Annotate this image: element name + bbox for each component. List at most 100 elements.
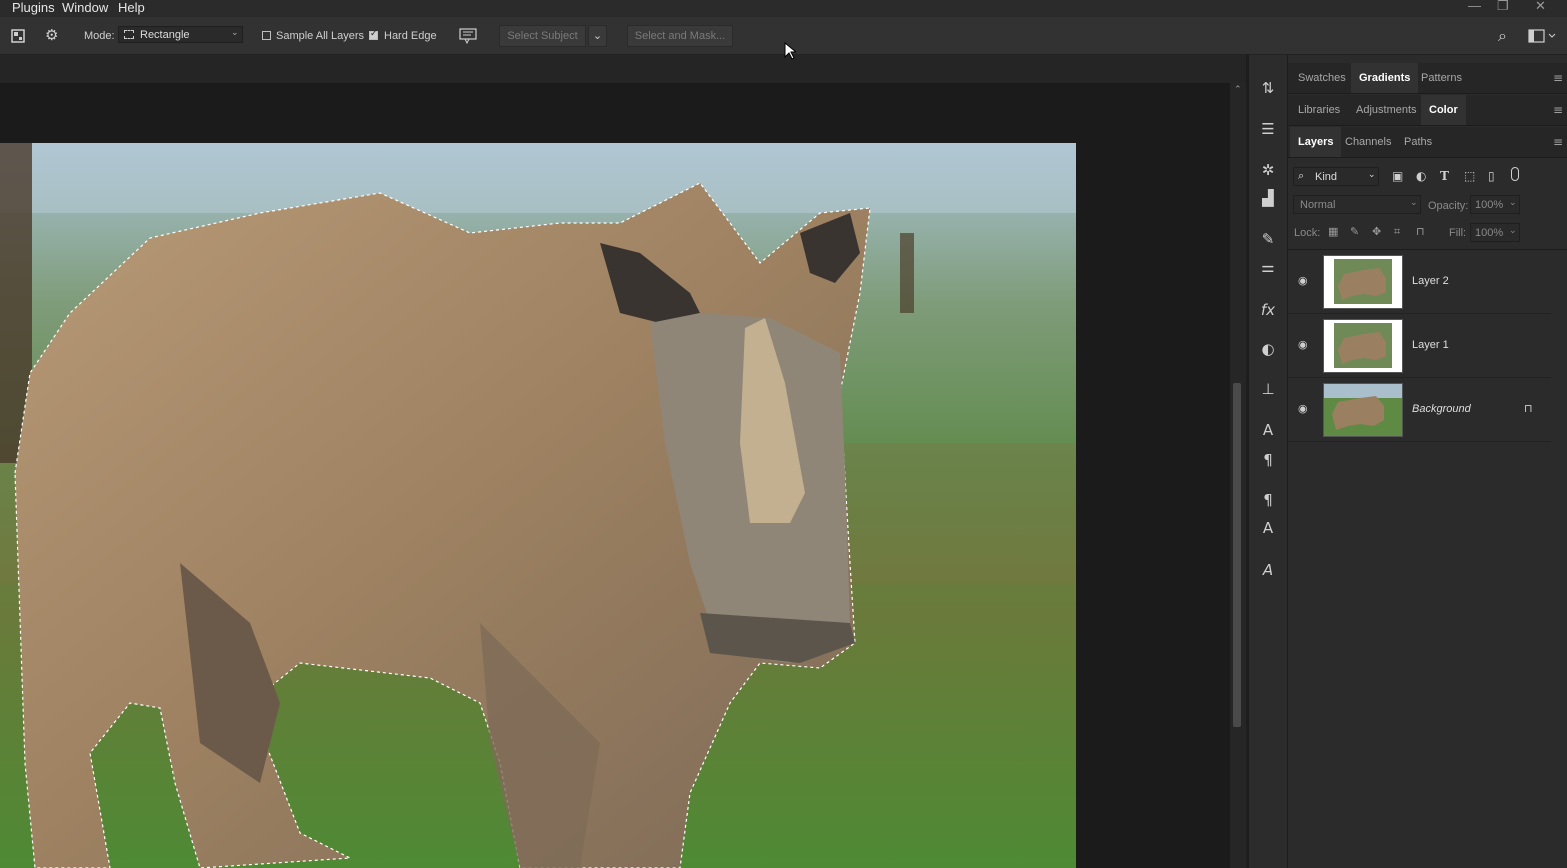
clone-source-icon[interactable]: ◐ — [1259, 340, 1277, 358]
layer-name[interactable]: Layer 1 — [1412, 339, 1449, 351]
tool-presets-icon[interactable]: ⊥ — [1259, 380, 1277, 398]
restore-icon[interactable]: ❐ — [1497, 0, 1509, 12]
canvas-area[interactable] — [0, 83, 1230, 868]
filter-shape-icon[interactable]: ⬚ — [1464, 169, 1475, 183]
tab-libraries[interactable]: Libraries — [1290, 95, 1348, 125]
search-icon[interactable]: ⌕ — [1498, 26, 1507, 46]
eye-icon[interactable]: ◉ — [1298, 338, 1308, 351]
close-icon[interactable]: ✕ — [1535, 0, 1546, 12]
filter-smart-object-icon[interactable]: ▯ — [1488, 169, 1495, 183]
minimize-icon[interactable]: — — [1468, 0, 1481, 12]
lock-transparent-icon[interactable]: ▦ — [1328, 225, 1338, 238]
marquee-rect-icon — [124, 30, 134, 39]
menu-window[interactable]: Window — [62, 0, 108, 15]
tab-color[interactable]: Color — [1421, 95, 1466, 125]
paragraph-styles-icon[interactable]: ¶ — [1259, 491, 1277, 509]
character-icon[interactable]: A — [1259, 421, 1277, 439]
libraries-panel-tabs: Libraries Adjustments Color ≡ — [1288, 95, 1567, 126]
eye-icon[interactable]: ◉ — [1298, 274, 1308, 287]
menu-plugins[interactable]: Plugins — [12, 0, 55, 15]
scroll-up-icon[interactable]: ⌃ — [1234, 85, 1242, 95]
select-subject-button[interactable]: Select Subject — [499, 25, 586, 47]
brush-settings-icon[interactable]: ⚌ — [1259, 258, 1277, 276]
filter-toggle-icon[interactable] — [1511, 167, 1519, 181]
layer-name[interactable]: Layer 2 — [1412, 275, 1449, 287]
panel-menu-icon[interactable]: ≡ — [1553, 136, 1563, 148]
filter-type-icon[interactable]: T — [1440, 169, 1449, 183]
brush-presets-icon[interactable]: ✎ — [1259, 230, 1277, 248]
tab-paths[interactable]: Paths — [1396, 127, 1440, 157]
cursor-arrow-icon — [784, 42, 796, 60]
fill-label: Fill: — [1449, 227, 1467, 239]
navigator-icon[interactable]: ✲ — [1259, 161, 1277, 179]
lock-image-icon[interactable]: ✎ — [1350, 225, 1359, 238]
hard-edge-checkbox[interactable] — [369, 29, 378, 40]
menu-help[interactable]: Help — [118, 0, 145, 15]
chevron-down-icon: ⌄ — [231, 28, 239, 38]
comment-icon[interactable] — [459, 28, 477, 44]
canvas-scrollbar[interactable]: ⌃ — [1230, 83, 1246, 868]
panel-menu-icon[interactable]: ≡ — [1553, 104, 1563, 116]
opacity-label: Opacity: — [1428, 200, 1469, 212]
search-icon: ⌕ — [1298, 169, 1305, 182]
layer-name[interactable]: Background — [1412, 403, 1471, 415]
styles-fx-icon[interactable]: fx — [1259, 301, 1277, 319]
blend-mode-dropdown[interactable]: Normal ⌄ — [1293, 195, 1421, 214]
histogram-icon[interactable]: ▟ — [1259, 189, 1277, 207]
menu-bar: Plugins Window Help — ❐ ✕ — [0, 0, 1567, 17]
swatches-panel-tabs: Swatches Gradients Patterns ≡ — [1288, 63, 1567, 94]
opacity-input[interactable]: 100% ⌄ — [1470, 195, 1520, 214]
select-and-mask-button[interactable]: Select and Mask... — [627, 25, 733, 47]
layer-row[interactable]: ◉ Layer 2 — [1288, 250, 1551, 314]
blend-mode-value: Normal — [1300, 199, 1336, 211]
character-styles-icon[interactable]: A — [1259, 519, 1277, 537]
panel-icon-strip: ⇅ ☰ ✲ ▟ ✎ ⚌ fx ◐ ⊥ A ¶ ¶ A A — [1248, 55, 1288, 868]
sample-all-layers-checkbox[interactable] — [262, 31, 271, 40]
panel-menu-icon[interactable]: ≡ — [1553, 72, 1563, 84]
right-panels: Swatches Gradients Patterns ≡ Libraries … — [1288, 55, 1567, 868]
layers-panel-tabs: Layers Channels Paths ≡ — [1288, 127, 1567, 158]
tab-swatches[interactable]: Swatches — [1290, 63, 1354, 93]
tab-adjustments[interactable]: Adjustments — [1348, 95, 1425, 125]
lock-icon: ⊓ — [1524, 402, 1533, 415]
chevron-down-icon: ⌄ — [1509, 198, 1517, 208]
lock-all-icon[interactable]: ⊓ — [1416, 225, 1425, 238]
layers-list: ◉ Layer 2 ◉ Layer 1 ◉ Background ⊓ — [1288, 249, 1567, 446]
fill-input[interactable]: 100% ⌄ — [1470, 223, 1520, 242]
mode-value: Rectangle — [140, 29, 190, 41]
tab-gradients[interactable]: Gradients — [1351, 63, 1419, 93]
paragraph-icon[interactable]: ¶ — [1259, 451, 1277, 469]
mode-label: Mode: — [84, 30, 115, 42]
sample-all-layers-label: Sample All Layers — [276, 30, 365, 42]
hard-edge-label: Hard Edge — [384, 30, 437, 42]
filter-adjustment-icon[interactable]: ◐ — [1416, 169, 1426, 183]
document-tabs-row — [0, 55, 1246, 83]
tab-channels[interactable]: Channels — [1337, 127, 1399, 157]
adjustments-sliders-icon[interactable]: ☰ — [1259, 120, 1277, 138]
workspace-icon[interactable] — [1528, 29, 1556, 43]
layer-filter-value: Kind — [1315, 171, 1338, 183]
layer-filter-dropdown[interactable]: ⌕ Kind ⌄ — [1293, 167, 1379, 186]
chevron-down-icon: ⌄ — [1368, 170, 1376, 180]
layer-row[interactable]: ◉ Background ⊓ — [1288, 378, 1551, 442]
gear-icon[interactable]: ⚙ — [45, 26, 58, 44]
tab-patterns[interactable]: Patterns — [1413, 63, 1470, 93]
lock-artboard-icon[interactable]: ⌗ — [1394, 225, 1400, 239]
scrollbar-thumb[interactable] — [1233, 383, 1241, 727]
history-icon[interactable]: ⇅ — [1259, 79, 1277, 97]
glyphs-icon[interactable]: A — [1259, 561, 1277, 579]
eye-icon[interactable]: ◉ — [1298, 402, 1308, 415]
mode-dropdown[interactable]: Rectangle ⌄ — [118, 26, 243, 43]
chevron-down-icon: ⌄ — [1410, 198, 1418, 208]
select-subject-dropdown[interactable]: ⌄ — [588, 25, 607, 47]
layer-thumbnail — [1323, 319, 1403, 373]
tab-layers[interactable]: Layers — [1290, 127, 1342, 157]
opacity-value: 100% — [1475, 199, 1504, 211]
lock-position-icon[interactable]: ✥ — [1372, 225, 1381, 238]
tool-preset-icon[interactable] — [11, 29, 25, 43]
rhino-image[interactable] — [0, 143, 1076, 868]
layer-row[interactable]: ◉ Layer 1 — [1288, 314, 1551, 378]
filter-pixel-icon[interactable]: ▣ — [1392, 169, 1403, 183]
layer-thumbnail — [1323, 255, 1403, 309]
chevron-down-icon: ⌄ — [1509, 226, 1517, 236]
